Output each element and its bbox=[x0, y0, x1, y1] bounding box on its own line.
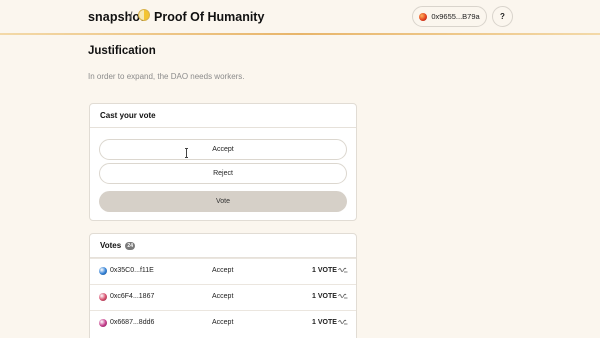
vote-choice: Accept bbox=[212, 267, 234, 274]
proposal-section-title: Justification bbox=[88, 45, 156, 57]
signature-icon[interactable] bbox=[338, 266, 348, 274]
account-avatar-icon bbox=[419, 12, 428, 21]
vote-row[interactable]: 0xc6F4...1867 Accept 1 VOTE bbox=[90, 284, 356, 309]
help-button[interactable]: ? bbox=[492, 6, 513, 27]
signature-icon[interactable] bbox=[338, 292, 348, 300]
vote-power: 1 VOTE bbox=[312, 293, 337, 300]
cast-vote-card: Cast your vote Accept Reject Vote bbox=[89, 103, 357, 221]
header-divider bbox=[0, 33, 600, 35]
top-bar: snapshot / Proof Of Humanity 0x9655...B7… bbox=[0, 0, 600, 34]
voter-address[interactable]: 0xc6F4...1867 bbox=[110, 293, 154, 300]
account-button[interactable]: 0x9655...B79a bbox=[412, 6, 487, 27]
voter-avatar-icon bbox=[99, 293, 107, 301]
vote-choice: Accept bbox=[212, 319, 234, 326]
account-address: 0x9655...B79a bbox=[431, 12, 480, 21]
choice-reject-button[interactable]: Reject bbox=[99, 163, 347, 184]
choice-accept-button[interactable]: Accept bbox=[99, 139, 347, 160]
voter-avatar-icon bbox=[99, 267, 107, 275]
votes-header: Votes 24 bbox=[90, 234, 356, 258]
cast-vote-title: Cast your vote bbox=[90, 104, 356, 128]
voter-address[interactable]: 0x35C0...f11E bbox=[110, 267, 154, 274]
signature-icon[interactable] bbox=[338, 318, 348, 326]
snapshot-logo-link[interactable]: snapshot bbox=[88, 10, 144, 24]
vote-power: 1 VOTE bbox=[312, 319, 337, 326]
voter-address[interactable]: 0x6687...8dd6 bbox=[110, 319, 154, 326]
vote-row[interactable]: 0x6687...8dd6 Accept 1 VOTE bbox=[90, 310, 356, 335]
voter-avatar-icon bbox=[99, 319, 107, 327]
breadcrumb-separator: / bbox=[129, 10, 133, 24]
vote-power: 1 VOTE bbox=[312, 267, 337, 274]
votes-count-badge: 24 bbox=[125, 241, 136, 250]
votes-title: Votes bbox=[100, 241, 122, 250]
proposal-body-text: In order to expand, the DAO needs worker… bbox=[88, 72, 245, 81]
vote-choice: Accept bbox=[212, 293, 234, 300]
votes-card: Votes 24 0x35C0...f11E Accept 1 VOTE 0xc… bbox=[89, 233, 357, 338]
space-avatar-icon bbox=[138, 9, 150, 21]
vote-submit-button[interactable]: Vote bbox=[99, 191, 347, 212]
vote-row[interactable]: 0x35C0...f11E Accept 1 VOTE bbox=[90, 258, 356, 283]
space-name-link[interactable]: Proof Of Humanity bbox=[154, 10, 264, 24]
text-cursor-icon bbox=[185, 148, 190, 158]
